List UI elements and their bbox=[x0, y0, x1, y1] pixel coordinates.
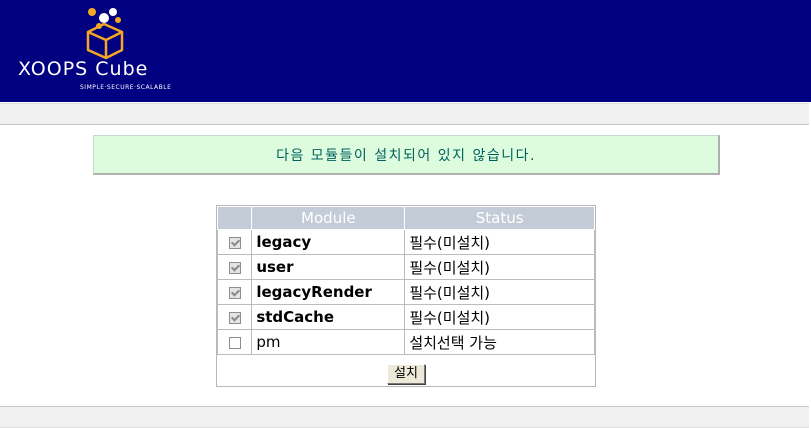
table-row: legacyRender 필수(미설치) bbox=[216, 279, 595, 305]
table-row: stdCache 필수(미설치) bbox=[216, 304, 595, 330]
module-name: legacy bbox=[251, 229, 406, 255]
bottom-divider-bar bbox=[0, 406, 809, 428]
module-name: stdCache bbox=[251, 304, 406, 330]
header-banner: XOOPS Cube SIMPLE·SECURE·SCALABLE bbox=[0, 0, 811, 102]
module-status: 필수(미설치) bbox=[404, 254, 595, 280]
module-name: user bbox=[251, 254, 406, 280]
module-table: Module Status legacy 필수(미설치) user 필수(미설치… bbox=[216, 206, 595, 355]
logo-name: XOOPS Cube bbox=[18, 58, 149, 80]
module-status: 설치선택 가능 bbox=[404, 329, 595, 355]
module-checkbox[interactable] bbox=[228, 336, 241, 349]
module-table-panel: Module Status legacy 필수(미설치) user 필수(미설치… bbox=[216, 205, 596, 387]
table-row: legacy 필수(미설치) bbox=[216, 229, 595, 255]
module-name: legacyRender bbox=[251, 279, 406, 305]
module-status: 필수(미설치) bbox=[404, 304, 595, 330]
module-checkbox[interactable] bbox=[228, 311, 241, 324]
module-checkbox[interactable] bbox=[228, 286, 241, 299]
header-checkbox-col bbox=[216, 206, 253, 230]
button-row: 설치 bbox=[217, 362, 595, 384]
table-row: pm 설치선택 가능 bbox=[216, 329, 595, 355]
module-status: 필수(미설치) bbox=[404, 229, 595, 255]
logo-tagline: SIMPLE·SECURE·SCALABLE bbox=[80, 84, 172, 91]
xoops-cube-logo: XOOPS Cube SIMPLE·SECURE·SCALABLE bbox=[18, 6, 193, 98]
install-notice: 다음 모듈들이 설치되어 있지 않습니다. bbox=[93, 135, 720, 175]
module-checkbox[interactable] bbox=[228, 236, 241, 249]
module-checkbox[interactable] bbox=[228, 261, 241, 274]
module-status: 필수(미설치) bbox=[404, 279, 595, 305]
table-row: user 필수(미설치) bbox=[216, 254, 595, 280]
header-status: Status bbox=[404, 206, 595, 230]
install-button[interactable]: 설치 bbox=[387, 364, 425, 384]
cube-icon bbox=[86, 8, 124, 60]
notice-text: 다음 모듈들이 설치되어 있지 않습니다. bbox=[276, 147, 536, 164]
top-divider-bar bbox=[0, 103, 809, 125]
table-header-row: Module Status bbox=[216, 206, 595, 230]
module-name: pm bbox=[251, 329, 406, 355]
header-module: Module bbox=[251, 206, 406, 230]
